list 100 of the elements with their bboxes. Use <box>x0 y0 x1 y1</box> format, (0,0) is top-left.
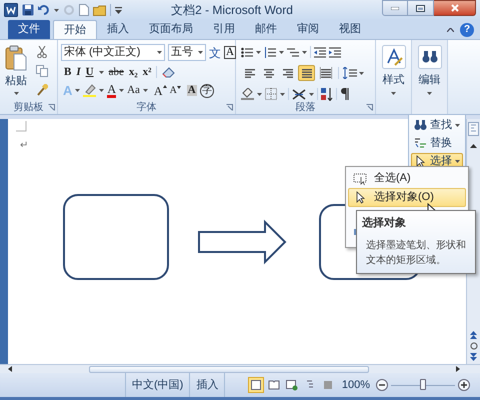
numbered-list-icon[interactable] <box>264 46 276 58</box>
asian-layout-icon[interactable] <box>292 88 306 100</box>
word-icon[interactable] <box>4 3 18 17</box>
change-case-button[interactable]: Aa <box>127 85 140 96</box>
highlighter-icon[interactable] <box>83 84 96 97</box>
ribbon-tab[interactable]: 插入 <box>97 20 139 39</box>
find-icon[interactable] <box>414 118 427 132</box>
help-button[interactable]: ? <box>460 22 474 36</box>
zoom-slider-thumb[interactable] <box>420 379 426 390</box>
font-size-field[interactable]: 五号 <box>168 44 206 61</box>
italic-button[interactable]: I <box>76 66 81 78</box>
caret-icon[interactable] <box>119 89 124 92</box>
select-icon[interactable] <box>414 154 427 168</box>
scroll-right-icon[interactable] <box>456 366 460 372</box>
close-button[interactable] <box>434 0 476 16</box>
caret-icon[interactable] <box>302 50 307 54</box>
caret-icon[interactable] <box>279 50 284 54</box>
caret-icon[interactable] <box>98 70 104 74</box>
folder-icon[interactable] <box>93 4 106 16</box>
previous-page-icon[interactable] <box>470 331 477 339</box>
underline-button[interactable]: U <box>86 66 94 78</box>
browse-object-icon[interactable] <box>470 342 478 350</box>
grow-font-button[interactable]: A <box>154 84 167 96</box>
ribbon-tab[interactable]: 审阅 <box>287 20 329 39</box>
subscript-button[interactable]: x₂ <box>128 66 138 78</box>
caret-icon[interactable] <box>198 51 203 54</box>
dialog-launcher-icon[interactable] <box>366 104 373 111</box>
strike-button[interactable]: abe <box>108 66 124 78</box>
sort-icon[interactable] <box>321 88 333 100</box>
brush-icon[interactable] <box>36 84 48 96</box>
superscript-button[interactable]: x² <box>142 66 152 78</box>
maximize-button[interactable] <box>408 0 434 16</box>
zoom-in-icon[interactable] <box>458 379 470 391</box>
collapse-ribbon-icon[interactable] <box>447 28 454 32</box>
zoom-slider[interactable] <box>391 379 455 391</box>
line-spacing-icon[interactable] <box>343 67 357 79</box>
close-icon[interactable] <box>450 4 458 12</box>
zoom-level[interactable]: 100% <box>336 376 376 394</box>
caret-icon[interactable] <box>359 72 364 74</box>
ruler-toggle-icon[interactable] <box>468 122 479 136</box>
caret-icon[interactable] <box>256 50 261 54</box>
save-icon[interactable] <box>22 4 34 16</box>
menu-item[interactable]: 全选(A) <box>348 169 466 188</box>
paste-button[interactable]: 粘贴 <box>0 40 32 101</box>
shading-bucket-icon[interactable] <box>241 88 254 100</box>
replace-button[interactable]: 替换 <box>411 135 463 151</box>
font-name-field[interactable]: 宋体 (中文正文) <box>61 44 165 61</box>
caret-icon[interactable] <box>54 8 59 12</box>
arrow-shape[interactable] <box>198 220 286 264</box>
caret-icon[interactable] <box>455 124 460 126</box>
copy-icon[interactable] <box>36 64 48 76</box>
maximize-icon[interactable] <box>416 4 425 12</box>
caret-icon[interactable] <box>391 92 396 94</box>
horizontal-scrollbar[interactable] <box>0 364 480 373</box>
font-color-button[interactable]: A <box>107 83 116 98</box>
ribbon-tab[interactable]: 视图 <box>329 20 371 39</box>
enclose-character-button[interactable]: 字 <box>200 84 214 98</box>
dialog-launcher-icon[interactable] <box>48 104 55 111</box>
caret-icon[interactable] <box>14 92 18 94</box>
pilcrow-icon[interactable] <box>340 88 349 100</box>
bullet-list-icon[interactable] <box>241 46 253 58</box>
bold-button[interactable]: B <box>64 66 72 78</box>
ribbon-tab[interactable]: 页面布局 <box>139 20 203 39</box>
caret-icon[interactable] <box>280 92 285 96</box>
scroll-up-icon[interactable] <box>470 144 477 148</box>
undo-icon[interactable] <box>38 4 50 16</box>
caret-icon[interactable] <box>427 92 432 94</box>
rounded-rectangle-shape[interactable] <box>63 194 169 280</box>
customize-caret-icon[interactable] <box>115 6 122 14</box>
phonetic-guide-button[interactable]: 文 <box>209 46 221 58</box>
character-shading-button[interactable]: A <box>186 85 197 96</box>
scroll-left-icon[interactable] <box>8 366 12 372</box>
ribbon-tab[interactable]: 邮件 <box>245 20 287 39</box>
zoom-out-icon[interactable] <box>376 379 388 391</box>
multilevel-list-icon[interactable] <box>287 46 299 58</box>
caret-icon[interactable] <box>142 89 148 92</box>
borders-icon[interactable] <box>265 88 277 100</box>
caret-icon[interactable] <box>309 92 314 96</box>
character-border-button[interactable]: A <box>224 46 236 59</box>
increase-indent-icon[interactable] <box>329 46 341 58</box>
caret-icon[interactable] <box>99 89 104 92</box>
scroll-thumb[interactable] <box>89 366 369 372</box>
styles-icon[interactable] <box>382 45 406 69</box>
replace-icon[interactable] <box>414 136 427 150</box>
caret-icon[interactable] <box>75 89 80 92</box>
menu-item[interactable]: 选择对象(O) <box>348 188 466 207</box>
caret-icon[interactable] <box>257 92 262 96</box>
find-button[interactable]: 查找 <box>411 117 463 133</box>
binoculars-icon[interactable] <box>418 45 442 69</box>
ribbon-tab[interactable]: 引用 <box>203 20 245 39</box>
ribbon-tab[interactable]: 文件 <box>8 20 50 39</box>
caret-icon[interactable] <box>455 160 460 162</box>
caret-icon[interactable] <box>157 51 162 54</box>
ribbon-tab[interactable]: 开始 <box>53 20 97 39</box>
shrink-font-button[interactable]: A <box>170 86 181 96</box>
clipboard-icon[interactable] <box>5 45 27 71</box>
decrease-indent-icon[interactable] <box>314 46 326 58</box>
minimize-icon[interactable] <box>391 6 399 10</box>
scissors-icon[interactable] <box>37 46 47 58</box>
dialog-launcher-icon[interactable] <box>226 104 233 111</box>
